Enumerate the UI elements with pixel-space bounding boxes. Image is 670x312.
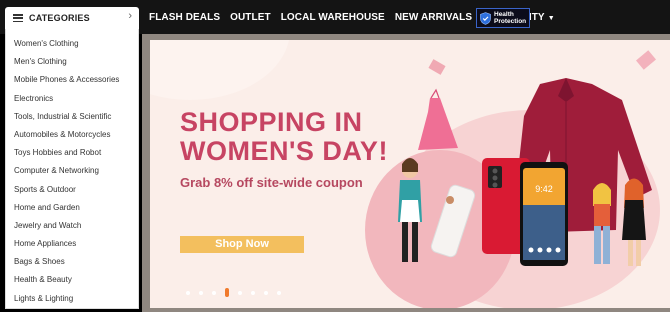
carousel-dot[interactable] bbox=[212, 290, 216, 295]
shop-now-button[interactable]: Shop Now bbox=[180, 236, 304, 253]
carousel-dot[interactable] bbox=[238, 290, 242, 295]
sidebar-item-sports[interactable]: Sports & Outdoor bbox=[6, 181, 138, 199]
nav-outlet[interactable]: OUTLET bbox=[230, 12, 271, 23]
carousel-dot[interactable] bbox=[251, 290, 255, 295]
sidebar-item-bags-shoes[interactable]: Bags & Shoes bbox=[6, 253, 138, 271]
coupon-paper-icon bbox=[428, 59, 446, 75]
beauty-device-icon bbox=[430, 184, 476, 258]
decorative-blob bbox=[150, 40, 290, 100]
sidebar-item-mens-clothing[interactable]: Men's Clothing bbox=[6, 53, 138, 71]
nav-new-arrivals[interactable]: NEW ARRIVALS bbox=[395, 12, 472, 23]
carousel-dot-active[interactable] bbox=[225, 288, 229, 297]
sidebar-item-health-beauty[interactable]: Health & Beauty bbox=[6, 271, 138, 289]
nav-local-warehouse[interactable]: LOCAL WAREHOUSE bbox=[281, 12, 385, 23]
headline-line2: WOMEN'S DAY! bbox=[180, 136, 388, 166]
phone-time: 9:42 bbox=[535, 184, 553, 194]
sidebar-item-computer[interactable]: Computer & Networking bbox=[6, 162, 138, 180]
promo-banner[interactable]: SHOPPING IN WOMEN'S DAY! Grab 8% off sit… bbox=[150, 40, 670, 308]
shield-icon bbox=[480, 11, 491, 25]
carousel-dot[interactable] bbox=[199, 290, 203, 295]
banner-subline: Grab 8% off site-wide coupon bbox=[180, 175, 363, 190]
health-protection-badge[interactable]: Health Protection bbox=[476, 8, 530, 28]
category-sidebar: Women's Clothing Men's Clothing Mobile P… bbox=[5, 29, 139, 309]
carousel-dot[interactable] bbox=[186, 290, 190, 295]
chevron-right-icon: › bbox=[128, 10, 132, 22]
pink-dress-icon bbox=[418, 98, 458, 150]
banner-headline: SHOPPING IN WOMEN'S DAY! bbox=[180, 108, 388, 166]
banner-illustration-svg: 9:42 bbox=[398, 50, 656, 266]
caret-down-icon: ▼ bbox=[547, 14, 555, 22]
categories-label: CATEGORIES bbox=[29, 13, 90, 23]
banner-area: SHOPPING IN WOMEN'S DAY! Grab 8% off sit… bbox=[142, 34, 670, 312]
coupon-paper-icon bbox=[636, 50, 656, 70]
sidebar-item-toys[interactable]: Toys Hobbies and Robot bbox=[6, 144, 138, 162]
menu-icon bbox=[13, 14, 23, 23]
health-badge-line1: Health bbox=[494, 11, 514, 18]
nav-flash-deals[interactable]: FLASH DEALS bbox=[149, 12, 220, 23]
banner-illustration: 9:42 bbox=[390, 40, 670, 308]
carousel-dot[interactable] bbox=[264, 290, 268, 295]
health-badge-line2: Protection bbox=[494, 18, 527, 25]
sidebar-item-womens-clothing[interactable]: Women's Clothing bbox=[6, 35, 138, 53]
carousel-dot[interactable] bbox=[277, 290, 281, 295]
categories-button[interactable]: CATEGORIES › bbox=[5, 7, 139, 29]
sidebar-item-home-garden[interactable]: Home and Garden bbox=[6, 199, 138, 217]
sidebar-item-jewelry[interactable]: Jewelry and Watch bbox=[6, 217, 138, 235]
sidebar-item-mobile-phones[interactable]: Mobile Phones & Accessories bbox=[6, 71, 138, 89]
headline-line1: SHOPPING IN bbox=[180, 107, 363, 137]
sidebar-item-tools[interactable]: Tools, Industrial & Scientific bbox=[6, 108, 138, 126]
sidebar-item-automobiles[interactable]: Automobiles & Motorcycles bbox=[6, 126, 138, 144]
sidebar-item-lights[interactable]: Lights & Lighting bbox=[6, 290, 138, 308]
carousel-dots bbox=[186, 288, 290, 297]
sidebar-item-home-appliances[interactable]: Home Appliances bbox=[6, 235, 138, 253]
sidebar-item-electronics[interactable]: Electronics bbox=[6, 90, 138, 108]
